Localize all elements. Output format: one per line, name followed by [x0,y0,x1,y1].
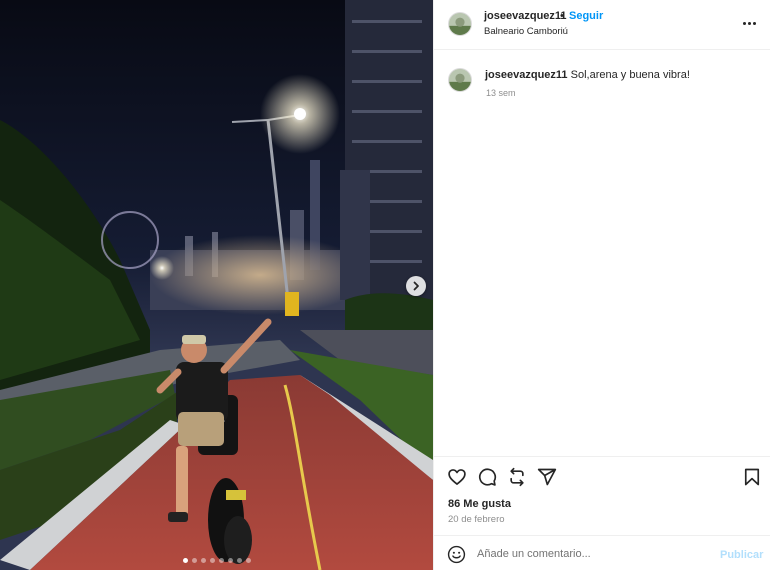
share-icon[interactable] [507,467,527,487]
night-street-photo [0,0,433,570]
next-slide-button[interactable] [406,276,426,296]
emoji-icon[interactable] [447,545,466,564]
action-bar [434,456,770,496]
caption-text: Sol,arena y buena vibra! [570,69,690,81]
carousel-dot [209,558,215,563]
avatar[interactable] [448,12,472,36]
more-options-icon[interactable] [740,16,758,30]
caption-avatar[interactable] [448,68,472,92]
carousel-dot [245,558,251,563]
header-separator: • [560,10,564,22]
header-username[interactable]: joseevazquez11 [484,10,567,22]
carousel-dot [200,558,206,563]
caption-time: 13 sem [486,88,516,98]
carousel-dot [218,558,224,563]
caption-line: joseevazquez11 Sol,arena y buena vibra! [485,69,690,81]
follow-button[interactable]: Seguir [569,10,603,22]
comment-icon[interactable] [477,467,497,487]
likes-count[interactable]: 86 Me gusta [448,498,511,510]
chevron-right-icon [413,281,419,291]
carousel-dot [182,558,188,563]
caption-username[interactable]: joseevazquez11 [485,69,568,81]
send-icon[interactable] [537,467,557,487]
heart-icon[interactable] [447,467,467,487]
post-photo[interactable] [0,0,433,570]
post-details-panel: joseevazquez11 • Seguir Balneario Cambor… [433,0,770,570]
post-location[interactable]: Balneario Camboriú [484,26,568,37]
publish-button[interactable]: Publicar [720,549,763,561]
comment-bar: Publicar [434,535,770,570]
carousel-dot [227,558,233,563]
bookmark-icon[interactable] [742,467,762,487]
carousel-indicator [0,558,433,563]
comment-input[interactable] [477,544,707,564]
carousel-dot [191,558,197,563]
post-header: joseevazquez11 • Seguir Balneario Cambor… [434,0,770,50]
carousel-dot [236,558,242,563]
post-date: 20 de febrero [448,514,505,525]
